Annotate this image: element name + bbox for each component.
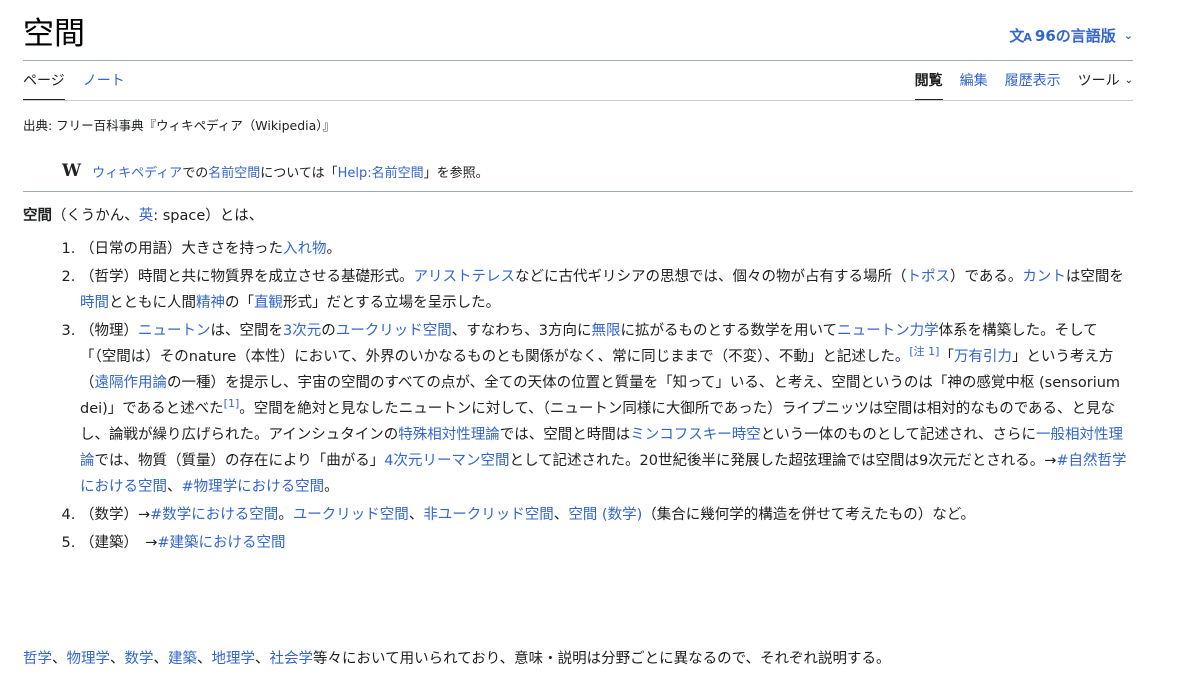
tab-history[interactable]: 履歴表示 (1005, 61, 1061, 101)
closing-paragraph: 哲学、物理学、数学、建築、地理学、社会学等々において用いられており、意味・説明は… (23, 651, 891, 667)
link-space-math[interactable]: 空間 (数学) (568, 507, 642, 523)
namespace-tabs: ページ ノート (23, 61, 125, 101)
link-time[interactable]: 時間 (80, 295, 109, 311)
footnote-ref[interactable]: [注 1] (909, 345, 939, 358)
tools-menu[interactable]: ツール ⌄ (1078, 61, 1133, 101)
hatnote: W ウィキペディアでの名前空間については「Help:名前空間」を参照。 (62, 161, 489, 181)
citation-ref[interactable]: [1] (224, 397, 240, 410)
link-aristotle[interactable]: アリストテレス (414, 269, 516, 285)
intro-paragraph: 空間（くうかん、英: space）とは、 (23, 208, 264, 224)
link-newton[interactable]: ニュートン (138, 323, 211, 339)
link-action-at-distance[interactable]: 遠隔作用論 (95, 375, 168, 391)
link-non-euclidean-space[interactable]: 非ユークリッド空間 (423, 507, 554, 523)
list-item: （哲学）時間と共に物質界を成立させる基礎形式。アリストテレスなどに古代ギリシアの… (80, 264, 1133, 316)
link-wikipedia[interactable]: ウィキペディア (92, 166, 182, 181)
list-item: （数学）→#数学における空間。ユークリッド空間、非ユークリッド空間、空間 (数学… (80, 502, 1133, 528)
translate-icon: 文A (1009, 27, 1031, 45)
link-euclidean-space[interactable]: ユークリッド空間 (336, 323, 452, 339)
languages-label: 96の言語版 (1034, 27, 1116, 45)
tab-talk[interactable]: ノート (83, 61, 125, 101)
title-row: 空間 文A 96の言語版 ⌄ (23, 14, 1133, 60)
page-title: 空間 (23, 16, 85, 52)
article-page: 空間 文A 96の言語版 ⌄ ページ ノート 閲覧 編集 履歴表示 ツール ⌄ … (0, 0, 1200, 693)
link-riemann-space[interactable]: 4次元リーマン空間 (384, 453, 509, 469)
list-item: （物理）ニュートンは、空間を3次元のユークリッド空間、すなわち、3方向に無限に拡… (80, 318, 1133, 500)
chevron-down-icon: ⌄ (1124, 75, 1133, 86)
link-euclidean-space-2[interactable]: ユークリッド空間 (293, 507, 409, 523)
link-namespace[interactable]: 名前空間 (208, 166, 260, 181)
link-container[interactable]: 入れ物 (283, 241, 327, 257)
link-intuition[interactable]: 直観 (254, 295, 283, 311)
link-architecture[interactable]: 建築 (168, 651, 197, 667)
link-physics-section[interactable]: #物理学における空間 (182, 479, 325, 495)
link-newtonian-mechanics[interactable]: ニュートン力学 (837, 323, 939, 339)
tab-edit[interactable]: 編集 (960, 61, 988, 101)
link-kant[interactable]: カント (1022, 269, 1066, 285)
link-topos[interactable]: トポス (907, 269, 951, 285)
link-geography[interactable]: 地理学 (212, 651, 256, 667)
view-tabs: 閲覧 編集 履歴表示 ツール ⌄ (914, 61, 1133, 101)
link-special-relativity[interactable]: 特殊相対性理論 (398, 427, 500, 443)
link-philosophy[interactable]: 哲学 (23, 651, 52, 667)
link-physics[interactable]: 物理学 (67, 651, 111, 667)
bold-term: 空間 (23, 208, 52, 224)
link-help-namespace[interactable]: Help:名前空間 (338, 166, 424, 181)
page-tabs: ページ ノート 閲覧 編集 履歴表示 ツール ⌄ (23, 61, 1133, 101)
definitions-list: （日常の用語）大きさを持った入れ物。 （哲学）時間と共に物質界を成立させる基礎形… (23, 236, 1133, 558)
tab-page[interactable]: ページ (23, 61, 65, 101)
hatnote-text: ウィキペディアでの名前空間については「Help:名前空間」を参照。 (92, 165, 489, 181)
link-gravity[interactable]: 万有引力 (954, 349, 1012, 365)
link-3d[interactable]: 3次元 (283, 323, 321, 339)
tools-label: ツール (1077, 73, 1120, 89)
list-item: （建築） →#建築における空間 (80, 530, 1133, 556)
link-math-section[interactable]: #数学における空間 (150, 507, 278, 523)
link-spirit[interactable]: 精神 (196, 295, 225, 311)
link-sociology[interactable]: 社会学 (270, 651, 314, 667)
link-infinity[interactable]: 無限 (591, 323, 620, 339)
list-item: （日常の用語）大きさを持った入れ物。 (80, 236, 1133, 262)
link-mathematics[interactable]: 数学 (125, 651, 154, 667)
languages-button[interactable]: 文A 96の言語版 ⌄ (1009, 25, 1133, 46)
tab-read[interactable]: 閲覧 (914, 61, 943, 101)
link-architecture-section[interactable]: #建築における空間 (157, 535, 285, 551)
link-english[interactable]: 英 (139, 208, 154, 224)
link-minkowski[interactable]: ミンコフスキー時空 (630, 427, 761, 443)
hatnote-divider (23, 191, 1133, 192)
wikipedia-w-icon: W (62, 161, 81, 181)
chevron-down-icon: ⌄ (1123, 29, 1133, 42)
source-line: 出典: フリー百科事典『ウィキペディア（Wikipedia）』 (23, 118, 336, 133)
tabs-divider (23, 100, 1133, 101)
